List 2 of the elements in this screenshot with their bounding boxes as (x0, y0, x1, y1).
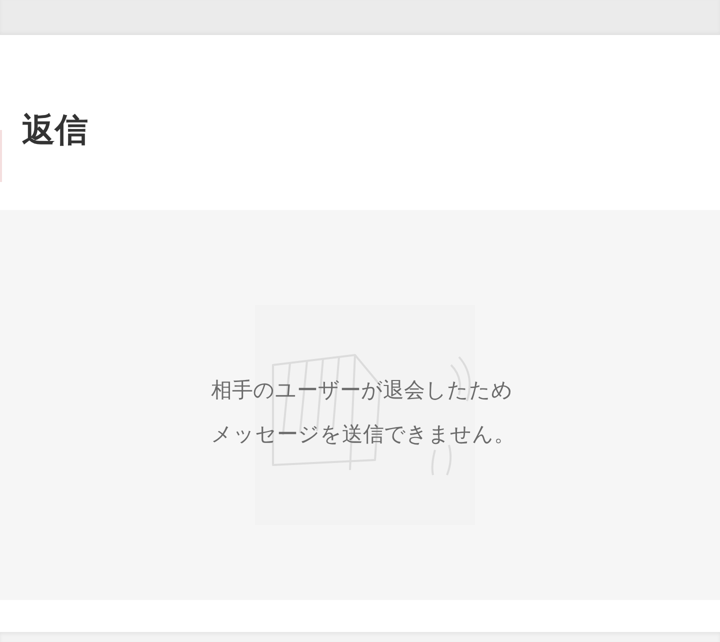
notice-message: 相手のユーザーが退会したため メッセージを送信できません。 (211, 377, 515, 448)
page-title: 返信 (22, 109, 88, 151)
